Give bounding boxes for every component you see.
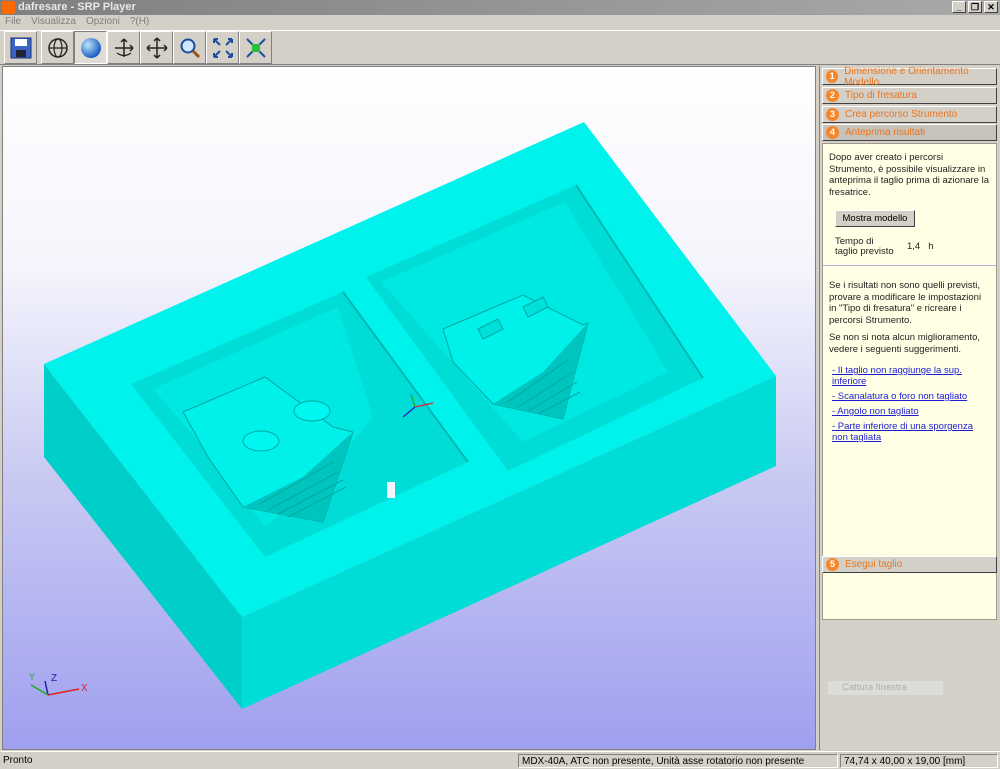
step-5-button[interactable]: 5 Esegui taglio	[822, 556, 997, 573]
step-label: Tipo di fresatura	[845, 90, 917, 101]
step-label: Dimensione e Orientamento Modello	[844, 65, 969, 88]
minimize-button[interactable]: _	[952, 1, 966, 13]
status-ready: Pronto	[3, 755, 33, 766]
tip-text-2: Se non si nota alcun miglioramento, vede…	[829, 332, 981, 355]
step-1-button[interactable]: 1 Dimensione e Orientamento Modello	[822, 65, 997, 88]
menu-file[interactable]: File	[0, 15, 26, 30]
menu-help[interactable]: ?(H)	[125, 15, 154, 30]
help-link-corner[interactable]: - Angolo non tagliato	[832, 406, 990, 417]
axis-z-label: Z	[51, 673, 57, 684]
wireframe-button[interactable]	[41, 31, 74, 64]
help-link-groove-hole[interactable]: - Scanalatura o foro non tagliato	[832, 391, 990, 402]
step-label: Anteprima risultati	[845, 127, 926, 138]
cutting-time-label: Tempo di taglio previsto	[835, 236, 894, 257]
axis-y-label: Y	[29, 672, 35, 682]
help-link-overhang[interactable]: - Parte inferiore di una sporgenza non t…	[832, 421, 990, 443]
show-model-button[interactable]: Mostra modello	[835, 210, 915, 227]
save-icon	[10, 37, 31, 58]
pan-button[interactable]	[140, 31, 173, 64]
preview-intro-text: Dopo aver creato i percorsi Strumento, è…	[829, 152, 989, 198]
close-button[interactable]: ✕	[984, 1, 998, 13]
app-icon	[2, 1, 15, 14]
step-label: Esegui taglio	[845, 559, 903, 570]
toolbar	[0, 30, 1000, 65]
fit-to-view-icon	[212, 37, 233, 58]
save-button[interactable]	[4, 31, 37, 64]
step-number-icon: 1	[826, 70, 839, 83]
title-bar: dafresare - SRP Player _ ❐ ✕	[0, 0, 1000, 15]
tip-text-1: Se i risultati non sono quelli previsti,…	[829, 280, 982, 326]
step-4-button[interactable]: 4 Anteprima risultati	[822, 124, 997, 141]
shaded-sphere-icon	[80, 37, 101, 58]
divider	[823, 265, 996, 266]
menu-bar: File Visualizza Opzioni ?(H)	[0, 15, 1000, 30]
capture-window-button[interactable]: Cattura finestra	[828, 681, 943, 695]
step-number-icon: 4	[826, 126, 839, 139]
rotate-button[interactable]	[107, 31, 140, 64]
zoom-icon	[180, 38, 200, 58]
step-3-button[interactable]: 3 Crea percorso Strumento	[822, 106, 997, 123]
step-number-icon: 2	[826, 89, 839, 102]
cutting-time-row: Tempo di taglio previsto 1,4 h	[835, 237, 990, 257]
cutting-time-value: 1,4	[907, 241, 921, 253]
status-dimensions: 74,74 x 40,00 x 19,00 [mm]	[840, 754, 998, 768]
move-arrows-icon	[145, 36, 168, 59]
step-label: Crea percorso Strumento	[845, 109, 958, 120]
wireframe-globe-icon	[47, 37, 68, 58]
menu-options[interactable]: Opzioni	[81, 15, 125, 30]
tips-section: Se i risultati non sono quelli previsti,…	[829, 280, 990, 355]
window-controls: _ ❐ ✕	[952, 1, 998, 13]
center-view-button[interactable]	[239, 31, 272, 64]
wizard-panel: 1 Dimensione e Orientamento Modello 2 Ti…	[819, 66, 998, 750]
help-links: - Il taglio non raggiunge la sup. inferi…	[829, 365, 990, 443]
step-number-icon: 5	[826, 558, 839, 571]
zoom-button[interactable]	[173, 31, 206, 64]
help-link-bottom-not-reached[interactable]: - Il taglio non raggiunge la sup. inferi…	[832, 365, 990, 387]
fit-view-button[interactable]	[206, 31, 239, 64]
rotate-axes-icon	[114, 37, 134, 57]
3d-viewport[interactable]: X Z Y	[2, 66, 816, 750]
axis-x-label: X	[81, 683, 88, 694]
center-view-icon	[245, 37, 266, 58]
restore-button[interactable]: ❐	[968, 1, 982, 13]
shaded-button[interactable]	[74, 31, 107, 64]
status-machine: MDX-40A, ATC non presente, Unità asse ro…	[518, 754, 838, 768]
menu-view[interactable]: Visualizza	[26, 15, 81, 30]
cutting-time-unit: h	[928, 241, 934, 253]
milled-block-model: X Z Y	[29, 122, 776, 709]
step-2-button[interactable]: 2 Tipo di fresatura	[822, 87, 997, 104]
window-title: dafresare - SRP Player	[18, 1, 136, 13]
step-number-icon: 3	[826, 108, 839, 121]
preview-content: Dopo aver creato i percorsi Strumento, è…	[822, 143, 997, 620]
status-bar: Pronto MDX-40A, ATC non presente, Unità …	[0, 751, 1000, 769]
